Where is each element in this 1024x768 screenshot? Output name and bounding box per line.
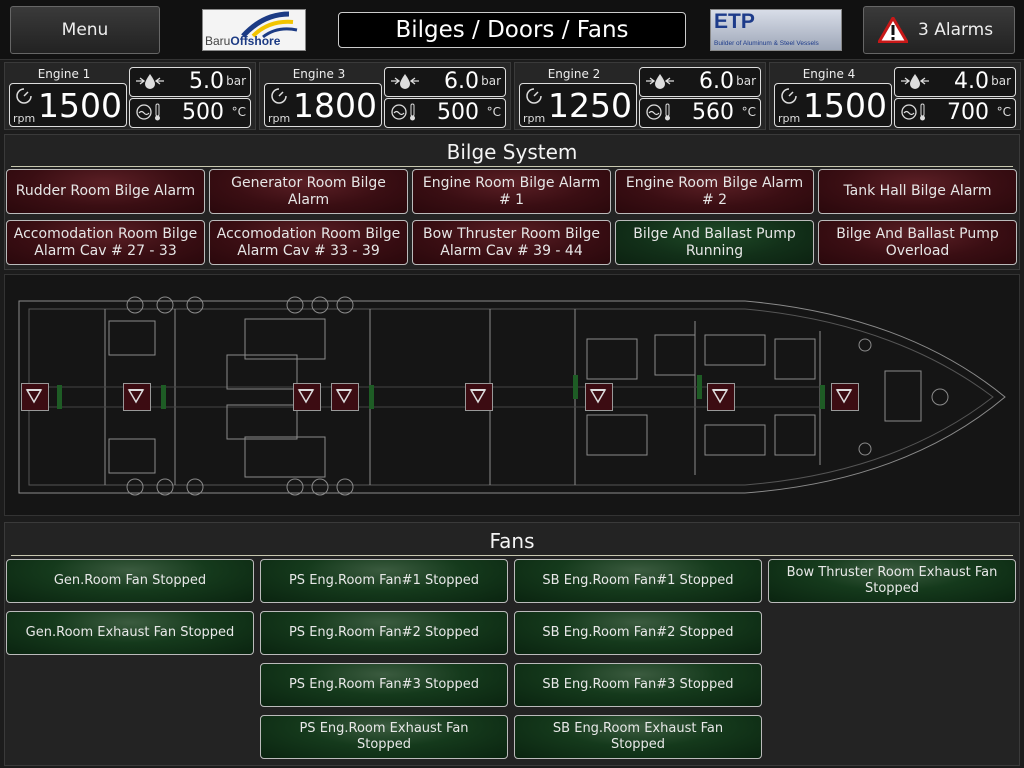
fan-status-button[interactable]: PS Eng.Room Fan#3 Stopped [260,663,508,707]
bilge-alarm-button[interactable]: Engine Room Bilge Alarm # 2 [615,169,814,214]
rpm-value: 1250 [548,86,632,125]
fan-status-button[interactable]: PS Eng.Room Fan#2 Stopped [260,611,508,655]
coolant-temp-value: 560 [692,100,734,125]
engine-name: Engine 2 [547,67,601,81]
coolant-temp-display: 560 °C [639,98,761,128]
engine-panel: Engine 4 rpm 1500 4.0 bar 700 °C [769,62,1021,130]
rpm-unit: rpm [13,112,36,125]
engine-name: Engine 1 [37,67,91,81]
door-indicator-icon[interactable] [123,383,151,411]
fan-status-button[interactable]: SB Eng.Room Fan#3 Stopped [514,663,762,707]
rpm-display: rpm 1250 [519,83,637,127]
rpm-value: 1500 [38,86,122,125]
oil-pressure-display: 6.0 bar [639,67,761,97]
baru-offshore-logo: BaruOffshore [202,9,306,51]
rpm-value: 1500 [803,86,887,125]
fan-status-button[interactable]: Bow Thruster Room Exhaust Fan Stopped [768,559,1016,603]
coolant-temp-value: 700 [947,100,989,125]
fan-status-button[interactable]: PS Eng.Room Exhaust Fan Stopped [260,715,508,759]
fan-status-button[interactable]: SB Eng.Room Exhaust Fan Stopped [514,715,762,759]
door-indicator-icon[interactable] [831,383,859,411]
coolant-temp-display: 700 °C [894,98,1016,128]
page-title: Bilges / Doors / Fans [338,12,686,48]
fan-status-button[interactable]: Gen.Room Exhaust Fan Stopped [6,611,254,655]
oil-pressure-value: 4.0 [954,69,989,94]
door-indicator-icon[interactable] [331,383,359,411]
oil-pressure-icon [901,74,929,89]
bilge-alarm-button[interactable]: Generator Room Bilge Alarm [209,169,408,214]
fan-status-button[interactable]: SB Eng.Room Fan#2 Stopped [514,611,762,655]
door-indicator-icon[interactable] [585,383,613,411]
etp-logo: ETP Builder of Aluminum & Steel Vessels [710,9,842,51]
rpm-gauge-icon [16,88,32,104]
engine-name: Engine 4 [802,67,856,81]
engine-name: Engine 3 [292,67,346,81]
bilge-alarm-button[interactable]: Rudder Room Bilge Alarm [6,169,205,214]
bilge-system-title: Bilge System [446,140,578,164]
oil-pressure-icon [391,74,419,89]
coolant-temp-value: 500 [182,100,224,125]
alarms-button[interactable]: 3 Alarms [863,6,1015,54]
oil-pressure-value: 5.0 [189,69,224,94]
oil-pressure-display: 4.0 bar [894,67,1016,97]
bilge-alarm-button[interactable]: Accomodation Room Bilge Alarm Cav # 33 -… [209,220,408,265]
coolant-temp-value: 500 [437,100,479,125]
coolant-temp-icon [646,103,670,121]
oil-pressure-display: 6.0 bar [384,67,506,97]
menu-button[interactable]: Menu [10,6,160,54]
oil-pressure-unit: bar [736,74,756,88]
ship-deck-plan [4,274,1020,516]
fans-title: Fans [489,529,535,553]
engine-panel: Engine 2 rpm 1250 6.0 bar 560 °C [514,62,766,130]
oil-pressure-value: 6.0 [444,69,479,94]
oil-pressure-unit: bar [991,74,1011,88]
bilge-alarm-button[interactable]: Engine Room Bilge Alarm # 1 [412,169,611,214]
ship-outline [18,296,1006,496]
bilge-alarm-button[interactable]: Tank Hall Bilge Alarm [818,169,1017,214]
coolant-temp-icon [136,103,160,121]
rpm-gauge-icon [271,88,287,104]
door-indicator-icon[interactable] [707,383,735,411]
coolant-temp-icon [901,103,925,121]
engine-panel: Engine 1 rpm 1500 5.0 bar 500 °C [4,62,256,130]
bilge-alarm-button[interactable]: Accomodation Room Bilge Alarm Cav # 27 -… [6,220,205,265]
fan-status-button[interactable]: SB Eng.Room Fan#1 Stopped [514,559,762,603]
rpm-gauge-icon [526,88,542,104]
coolant-temp-unit: °C [996,105,1011,119]
rpm-gauge-icon [781,88,797,104]
oil-pressure-icon [136,74,164,89]
oil-pressure-value: 6.0 [699,69,734,94]
engine-panel: Engine 3 rpm 1800 6.0 bar 500 °C [259,62,511,130]
coolant-temp-display: 500 °C [384,98,506,128]
bilge-alarm-button[interactable]: Bilge And Ballast Pump Running [615,220,814,265]
rpm-display: rpm 1500 [9,83,127,127]
coolant-temp-unit: °C [741,105,756,119]
bilge-alarm-button[interactable]: Bilge And Ballast Pump Overload [818,220,1017,265]
rpm-unit: rpm [523,112,546,125]
rpm-value: 1800 [293,86,377,125]
fan-status-button[interactable]: Gen.Room Fan Stopped [6,559,254,603]
rpm-display: rpm 1800 [264,83,382,127]
coolant-temp-display: 500 °C [129,98,251,128]
alarms-count-label: 3 Alarms [918,20,994,40]
oil-pressure-icon [646,74,674,89]
oil-pressure-unit: bar [481,74,501,88]
door-indicator-icon[interactable] [21,383,49,411]
door-indicator-icon[interactable] [465,383,493,411]
oil-pressure-display: 5.0 bar [129,67,251,97]
coolant-temp-unit: °C [486,105,501,119]
door-indicator-icon[interactable] [293,383,321,411]
warning-icon [878,17,908,43]
oil-pressure-unit: bar [226,74,246,88]
rpm-display: rpm 1500 [774,83,892,127]
rpm-unit: rpm [778,112,801,125]
coolant-temp-unit: °C [231,105,246,119]
rpm-unit: rpm [268,112,291,125]
bilge-alarm-button[interactable]: Bow Thruster Room Bilge Alarm Cav # 39 -… [412,220,611,265]
fan-status-button[interactable]: PS Eng.Room Fan#1 Stopped [260,559,508,603]
coolant-temp-icon [391,103,415,121]
